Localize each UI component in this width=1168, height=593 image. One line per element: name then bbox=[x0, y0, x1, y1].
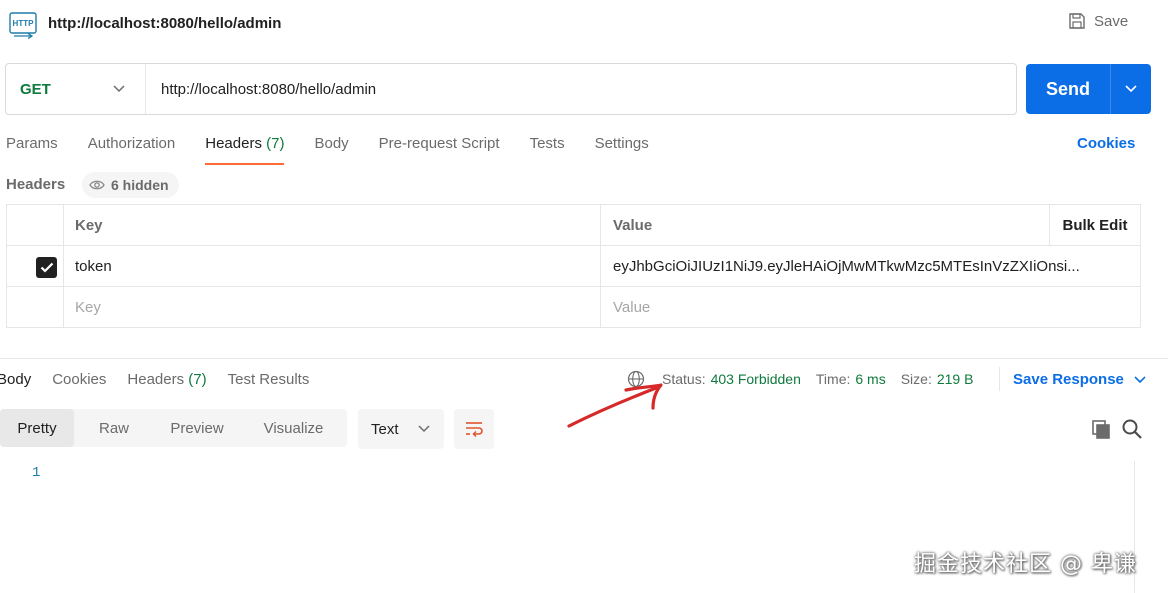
search-icon[interactable] bbox=[1121, 418, 1143, 440]
hidden-count: 6 hidden bbox=[111, 177, 169, 193]
tab-headers-count: (7) bbox=[266, 135, 285, 152]
watermark: 掘金技术社区 @ 卑谦 bbox=[914, 552, 1137, 577]
tab-authorization[interactable]: Authorization bbox=[88, 134, 176, 165]
method-select[interactable]: GET bbox=[6, 64, 146, 114]
value-input[interactable]: Value bbox=[601, 287, 1140, 328]
wrap-lines-icon bbox=[466, 422, 483, 437]
chevron-down-icon bbox=[1125, 85, 1137, 93]
tab-settings[interactable]: Settings bbox=[595, 134, 649, 165]
body-type-label: Text bbox=[371, 420, 399, 438]
table-header-row: Key Value Bulk Edit bbox=[7, 205, 1140, 246]
pane-divider[interactable] bbox=[0, 358, 1168, 359]
tab-body[interactable]: Body bbox=[314, 134, 348, 165]
key-header: Key bbox=[75, 216, 103, 234]
value-header: Value bbox=[613, 216, 653, 234]
resp-tab-headers-count: (7) bbox=[188, 371, 207, 388]
send-button[interactable]: Send bbox=[1026, 79, 1110, 100]
eye-icon bbox=[89, 180, 105, 190]
response-tabs: Body Cookies Headers (7) Test Results bbox=[0, 371, 330, 397]
format-toggle-group: Pretty Raw Preview Visualize bbox=[0, 409, 347, 447]
annotation-arrow-icon bbox=[567, 383, 663, 428]
format-raw[interactable]: Raw bbox=[74, 409, 154, 447]
bulk-edit-button[interactable]: Bulk Edit bbox=[1049, 205, 1140, 245]
tab-tests[interactable]: Tests bbox=[530, 134, 565, 165]
status-value[interactable]: 403 Forbidden bbox=[711, 371, 801, 387]
header-enabled-checkbox[interactable] bbox=[36, 257, 57, 278]
check-column-header bbox=[7, 205, 64, 245]
tab-headers[interactable]: Headers (7) bbox=[205, 134, 285, 165]
tab-prerequest-script[interactable]: Pre-request Script bbox=[379, 134, 500, 165]
line-number: 1 bbox=[32, 465, 41, 481]
http-request-icon: HTTP bbox=[9, 12, 37, 39]
save-icon bbox=[1069, 13, 1085, 29]
save-response-label: Save Response bbox=[1013, 371, 1124, 388]
headers-table: Key Value Bulk Edit token eyJhbGciOiJIUz… bbox=[6, 204, 1141, 328]
tab-headers-label: Headers bbox=[205, 135, 262, 152]
chevron-down-icon bbox=[113, 85, 125, 93]
chevron-down-icon bbox=[1134, 375, 1146, 383]
value-placeholder: Value bbox=[613, 299, 651, 316]
url-input[interactable] bbox=[146, 64, 1016, 114]
format-preview[interactable]: Preview bbox=[154, 409, 240, 447]
resp-tab-cookies[interactable]: Cookies bbox=[52, 371, 106, 397]
url-bar: GET bbox=[5, 63, 1017, 115]
svg-text:HTTP: HTTP bbox=[13, 19, 35, 28]
save-button[interactable]: Save bbox=[1068, 12, 1128, 30]
resp-tab-test-results[interactable]: Test Results bbox=[228, 371, 310, 397]
tab-params[interactable]: Params bbox=[6, 134, 58, 165]
time-value[interactable]: 6 ms bbox=[855, 371, 885, 387]
value-cell[interactable]: eyJhbGciOiJIUzI1NiJ9.eyJleHAiOjMwMTkwMzc… bbox=[601, 246, 1140, 286]
row-check-cell bbox=[7, 287, 64, 328]
header-value: eyJhbGciOiJIUzI1NiJ9.eyJleHAiOjMwMTkwMzc… bbox=[613, 257, 1080, 275]
request-tabs: Params Authorization Headers (7) Body Pr… bbox=[6, 134, 679, 165]
separator bbox=[999, 367, 1000, 391]
time-label: Time: bbox=[815, 371, 851, 387]
resp-tab-headers[interactable]: Headers (7) bbox=[127, 371, 206, 397]
size-value[interactable]: 219 B bbox=[937, 371, 974, 387]
resp-tab-body[interactable]: Body bbox=[0, 371, 31, 397]
key-input[interactable]: Key bbox=[64, 287, 601, 328]
row-check-cell bbox=[7, 246, 64, 286]
new-header-row: Key Value bbox=[7, 287, 1140, 328]
key-placeholder: Key bbox=[75, 299, 101, 316]
format-visualize[interactable]: Visualize bbox=[240, 409, 347, 447]
headers-section-label: Headers bbox=[6, 176, 66, 193]
key-cell[interactable]: token bbox=[64, 246, 601, 286]
chevron-down-icon bbox=[418, 425, 430, 433]
response-meta: Status: 403 Forbidden Time: 6 ms Size: 2… bbox=[662, 371, 973, 387]
copy-icon[interactable] bbox=[1090, 418, 1112, 440]
send-options-button[interactable] bbox=[1110, 64, 1151, 114]
save-response-button[interactable]: Save Response bbox=[1013, 371, 1146, 388]
save-label: Save bbox=[1094, 12, 1129, 30]
body-type-select[interactable]: Text bbox=[358, 409, 444, 449]
send-button-group: Send bbox=[1026, 64, 1151, 114]
wrap-lines-button[interactable] bbox=[454, 409, 494, 449]
cookies-link[interactable]: Cookies bbox=[1077, 135, 1135, 152]
resp-tab-headers-label: Headers bbox=[127, 371, 185, 388]
method-label: GET bbox=[20, 80, 51, 98]
hidden-headers-toggle[interactable]: 6 hidden bbox=[82, 172, 179, 198]
header-key: token bbox=[75, 257, 112, 275]
format-pretty[interactable]: Pretty bbox=[0, 409, 74, 447]
request-title[interactable]: http://localhost:8080/hello/admin bbox=[48, 15, 281, 32]
table-row: token eyJhbGciOiJIUzI1NiJ9.eyJleHAiOjMwM… bbox=[7, 246, 1140, 287]
checkmark-icon bbox=[40, 262, 53, 273]
size-label: Size: bbox=[900, 371, 932, 387]
key-column-header: Key bbox=[64, 205, 601, 245]
